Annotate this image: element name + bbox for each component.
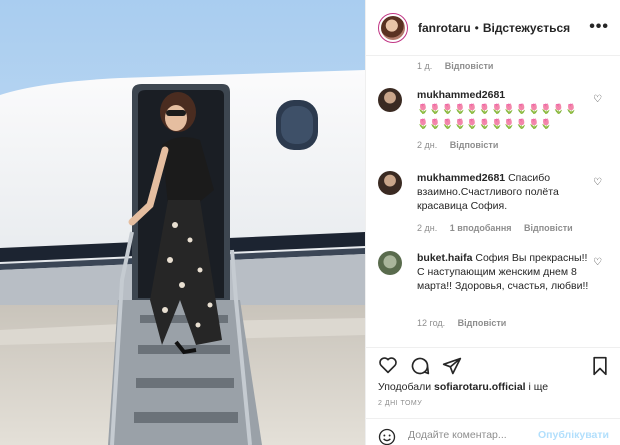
bookmark-icon[interactable] (591, 356, 609, 381)
follow-status-button[interactable]: Відстежується (483, 21, 570, 35)
comment-text: buket.haifa София Вы прекрасны!!С наступ… (417, 251, 589, 293)
comment-meta: 1 д. Відповісти (417, 61, 493, 71)
comment-text: mukhammed2681 🌷🌷🌷🌷🌷🌷🌷🌷🌷🌷🌷🌷🌷🌷🌷🌷🌷🌷🌷🌷🌷🌷🌷🌷 (417, 88, 589, 132)
header-separator: • (474, 20, 479, 35)
more-dots-icon[interactable]: ••• (589, 18, 609, 36)
comment-text: mukhammed2681 Спасибо взаимно.Счастливог… (417, 171, 589, 213)
comment-meta: 2 дн. Відповісти (417, 140, 498, 150)
commenter-avatar[interactable] (378, 88, 402, 112)
comment-time: 2 дн. (417, 223, 438, 233)
comment-item: mukhammed2681 Спасибо взаимно.Счастливог… (378, 171, 618, 233)
post-image (0, 0, 365, 445)
like-comment-icon[interactable]: ♡ (593, 177, 602, 188)
reply-button[interactable]: Відповісти (524, 223, 573, 233)
likes-user-link[interactable]: sofiarotaru.official (434, 381, 526, 393)
comment-item: mukhammed2681 🌷🌷🌷🌷🌷🌷🌷🌷🌷🌷🌷🌷🌷🌷🌷🌷🌷🌷🌷🌷🌷🌷🌷🌷 ♡… (378, 88, 618, 158)
reply-button[interactable]: Відповісти (445, 61, 494, 71)
comment-username[interactable]: mukhammed2681 (417, 89, 505, 101)
share-icon[interactable] (442, 356, 462, 381)
post-comment-button[interactable]: Опублікувати (538, 429, 609, 441)
post-side-panel: fanrotaru • Відстежується ••• 1 д. Відпо… (365, 0, 620, 445)
author-username[interactable]: fanrotaru (418, 21, 471, 35)
author-avatar[interactable] (378, 12, 408, 43)
post-photo[interactable] (0, 0, 365, 445)
comment-username[interactable]: mukhammed2681 (417, 172, 505, 184)
comment-time: 1 д. (417, 61, 433, 71)
comment-body: 🌷🌷🌷🌷🌷🌷🌷🌷🌷🌷🌷🌷🌷🌷🌷🌷🌷🌷🌷🌷🌷🌷🌷🌷 (417, 104, 578, 130)
likes-line: Уподобали sofiarotaru.official і ще (378, 381, 548, 393)
add-comment-bar: Опублікувати (366, 418, 620, 445)
comment-username[interactable]: buket.haifa (417, 252, 472, 264)
likes-prefix: Уподобали (378, 381, 432, 393)
comment-item: buket.haifa София Вы прекрасны!!С наступ… (378, 251, 618, 331)
emoji-icon[interactable] (378, 428, 396, 445)
commenter-avatar[interactable] (378, 171, 402, 195)
like-comment-icon[interactable]: ♡ (593, 94, 602, 105)
comment-time: 2 дн. (417, 140, 438, 150)
commenter-avatar[interactable] (378, 251, 402, 275)
comment-time: 12 год. (417, 318, 446, 328)
comment-meta: 12 год. Відповісти (417, 318, 506, 328)
reply-button[interactable]: Відповісти (458, 318, 507, 328)
comment-input[interactable] (408, 429, 558, 441)
comment-meta: 2 дн. 1 вподобання Відповісти (417, 223, 573, 233)
comment-item: 1 д. Відповісти (378, 61, 618, 75)
comments-list[interactable]: 1 д. Відповісти mukhammed2681 🌷🌷🌷🌷🌷🌷🌷🌷🌷🌷… (366, 57, 620, 347)
reply-button[interactable]: Відповісти (450, 140, 499, 150)
post-time-ago[interactable]: 2 ДНІ ТОМУ (378, 400, 422, 407)
heart-icon[interactable] (378, 356, 398, 379)
comment-icon[interactable] (410, 356, 430, 381)
post-header: fanrotaru • Відстежується ••• (366, 0, 620, 56)
comment-likes-count[interactable]: 1 вподобання (450, 223, 512, 233)
likes-more[interactable]: і ще (529, 381, 549, 393)
like-comment-icon[interactable]: ♡ (593, 257, 602, 268)
post-actions-bar (366, 347, 620, 379)
